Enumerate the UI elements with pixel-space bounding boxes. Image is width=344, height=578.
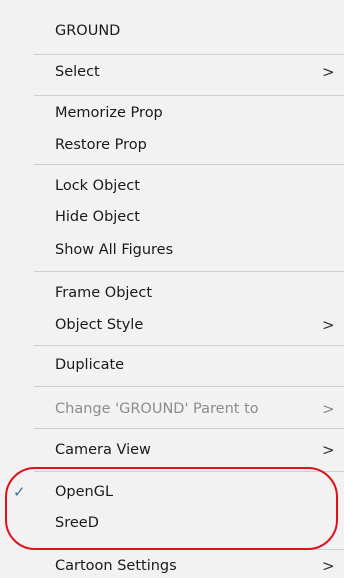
- menu-item-label: Hide Object: [55, 209, 140, 225]
- chevron-right-icon: >: [322, 557, 335, 575]
- menu-separator: [34, 164, 344, 165]
- menu-separator: [34, 386, 344, 387]
- chevron-right-icon: >: [322, 63, 335, 81]
- menu-item-cartoon-settings[interactable]: Cartoon Settings >: [0, 551, 344, 578]
- menu-item-label: Memorize Prop: [55, 105, 163, 121]
- menu-item-camera-view[interactable]: Camera View >: [0, 435, 344, 465]
- menu-item-label: Change 'GROUND' Parent to: [55, 401, 259, 417]
- menu-item-change-parent: Change 'GROUND' Parent to >: [0, 394, 344, 424]
- menu-item-label: Frame Object: [55, 285, 153, 301]
- menu-separator: [34, 428, 344, 429]
- chevron-right-icon: >: [322, 400, 335, 418]
- context-menu: GROUND Select > Memorize Prop Restore Pr…: [0, 0, 344, 578]
- menu-item-label: Camera View: [55, 442, 151, 458]
- menu-item-show-all-figures[interactable]: Show All Figures: [0, 235, 344, 265]
- menu-separator: [34, 271, 344, 272]
- menu-item-duplicate[interactable]: Duplicate: [0, 350, 344, 380]
- menu-item-ground[interactable]: GROUND: [0, 16, 344, 46]
- menu-item-label: Cartoon Settings: [55, 558, 177, 574]
- chevron-right-icon: >: [322, 441, 335, 459]
- menu-item-label: GROUND: [55, 23, 121, 39]
- menu-item-label: Object Style: [55, 317, 144, 333]
- menu-item-object-style[interactable]: Object Style >: [0, 310, 344, 340]
- menu-separator: [34, 54, 344, 55]
- menu-separator: [34, 95, 344, 96]
- menu-item-label: Duplicate: [55, 357, 125, 373]
- menu-item-frame-object[interactable]: Frame Object: [0, 278, 344, 308]
- highlight-outline: [5, 467, 338, 550]
- menu-item-lock-object[interactable]: Lock Object: [0, 171, 344, 201]
- menu-item-label: Lock Object: [55, 178, 140, 194]
- menu-separator: [34, 345, 344, 346]
- menu-item-select[interactable]: Select >: [0, 57, 344, 87]
- menu-item-label: Restore Prop: [55, 137, 147, 153]
- menu-item-label: Show All Figures: [55, 242, 174, 258]
- chevron-right-icon: >: [322, 316, 335, 334]
- menu-item-memorize-prop[interactable]: Memorize Prop: [0, 98, 344, 128]
- menu-item-label: Select: [55, 64, 100, 80]
- menu-item-hide-object[interactable]: Hide Object: [0, 202, 344, 232]
- menu-item-restore-prop[interactable]: Restore Prop: [0, 130, 344, 160]
